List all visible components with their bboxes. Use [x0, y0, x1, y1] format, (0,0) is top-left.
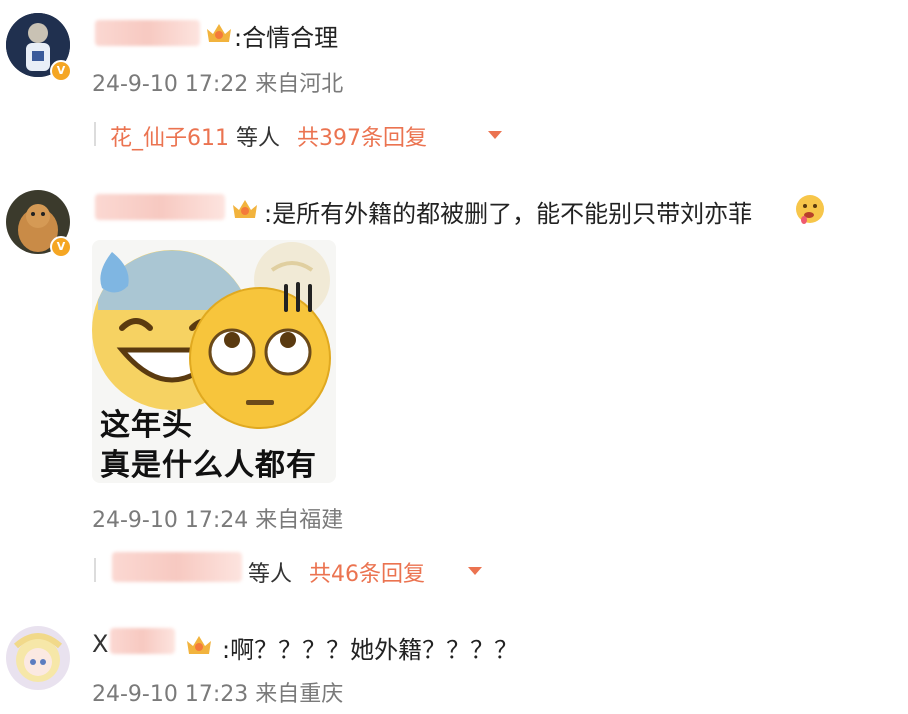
reply-suffix: 等人: [248, 562, 293, 587]
avatar[interactable]: [6, 626, 70, 690]
reply-user-link[interactable]: 花_仙子611: [110, 126, 229, 151]
reply-count-link[interactable]: 共397条回复: [297, 126, 427, 151]
sticker-caption-line1: 这年头: [100, 408, 193, 443]
chevron-down-icon[interactable]: [488, 131, 502, 139]
drooling-face-icon: [796, 195, 824, 224]
verified-badge-icon: V: [50, 236, 72, 258]
verified-badge-icon: V: [50, 60, 72, 82]
comment-meta: 24-9-10 17:23 来自重庆: [92, 682, 344, 707]
reply-user-redacted[interactable]: [112, 552, 242, 582]
reply-count-link[interactable]: 共46条回复: [309, 562, 425, 587]
sticker-caption-line2: 真是什么人都有: [100, 448, 317, 483]
crown-badge-icon: [207, 24, 231, 42]
crown-badge-icon: [187, 636, 211, 654]
crown-badge-icon: [233, 200, 257, 218]
comment-text: :是所有外籍的都被删了，能不能别只带刘亦菲: [264, 194, 752, 229]
username-redacted[interactable]: [95, 194, 225, 220]
username-redacted[interactable]: [95, 20, 200, 46]
username-redacted[interactable]: [110, 628, 175, 654]
reply-divider: [94, 122, 96, 146]
reply-suffix: 等人: [229, 126, 280, 151]
reply-summary[interactable]: 等人 共46条回复: [248, 556, 425, 588]
reply-summary[interactable]: 花_仙子611 等人 共397条回复: [110, 120, 427, 152]
username-partial[interactable]: X: [92, 630, 108, 658]
comment-text: :啊？？？？她外籍？？？？: [222, 636, 519, 664]
comment-meta: 24-9-10 17:22 来自河北: [92, 72, 344, 97]
chevron-down-icon[interactable]: [468, 567, 482, 575]
comment-text-content: :是所有外籍的都被删了，能不能别只带刘亦菲: [264, 200, 753, 228]
comment-text: :合情合理: [234, 24, 339, 52]
comment-meta: 24-9-10 17:24 来自福建: [92, 508, 344, 533]
sticker-image[interactable]: 这年头 真是什么人都有: [92, 240, 336, 483]
reply-divider: [94, 558, 96, 582]
